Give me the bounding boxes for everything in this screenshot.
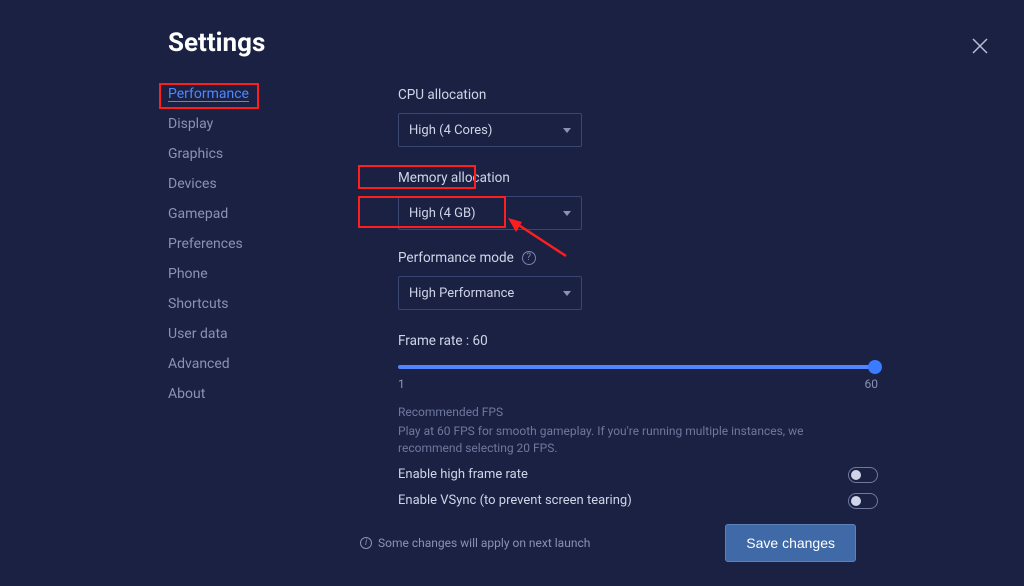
frame-rate-max: 60 [865,377,879,391]
frame-rate-slider[interactable] [398,365,878,369]
sidebar: Performance Display Graphics Devices Gam… [168,84,278,529]
help-icon[interactable]: ? [522,251,536,265]
sidebar-item-shortcuts[interactable]: Shortcuts [168,294,278,314]
memory-allocation-value: High (4 GB) [409,206,476,221]
cpu-allocation-select[interactable]: High (4 Cores) [398,113,582,147]
sidebar-item-graphics[interactable]: Graphics [168,144,278,164]
close-icon[interactable] [972,38,988,54]
enable-high-frame-rate-toggle[interactable] [848,467,878,483]
enable-high-frame-rate-label: Enable high frame rate [398,467,528,482]
enable-vsync-toggle[interactable] [848,493,878,509]
enable-vsync-label: Enable VSync (to prevent screen tearing) [398,493,632,508]
chevron-down-icon [563,211,571,216]
memory-allocation-select[interactable]: High (4 GB) [398,196,582,230]
sidebar-item-preferences[interactable]: Preferences [168,234,278,254]
cpu-allocation-value: High (4 Cores) [409,123,492,138]
page-title: Settings [168,28,1024,58]
sidebar-item-devices[interactable]: Devices [168,174,278,194]
sidebar-item-display[interactable]: Display [168,114,278,134]
slider-thumb[interactable] [868,360,882,374]
performance-mode-value: High Performance [409,286,514,301]
sidebar-item-advanced[interactable]: Advanced [168,354,278,374]
memory-allocation-label: Memory allocation [398,170,510,186]
sidebar-item-gamepad[interactable]: Gamepad [168,204,278,224]
recommended-fps-body: Play at 60 FPS for smooth gameplay. If y… [398,423,868,457]
sidebar-item-user-data[interactable]: User data [168,324,278,344]
info-message: Some changes will apply on next launch [378,536,590,550]
save-changes-button[interactable]: Save changes [725,524,856,562]
main-panel: CPU allocation High (4 Cores) Memory all… [398,84,878,529]
chevron-down-icon [563,291,571,296]
performance-mode-select[interactable]: High Performance [398,276,582,310]
chevron-down-icon [563,128,571,133]
sidebar-item-about[interactable]: About [168,384,278,404]
cpu-allocation-label: CPU allocation [398,87,486,103]
sidebar-item-phone[interactable]: Phone [168,264,278,284]
performance-mode-label: Performance mode [398,250,514,266]
recommended-fps-title: Recommended FPS [398,405,878,419]
info-text: i Some changes will apply on next launch [360,536,590,550]
frame-rate-label: Frame rate : 60 [398,333,488,349]
info-icon: i [360,537,372,549]
frame-rate-min: 1 [398,377,405,391]
sidebar-item-performance[interactable]: Performance [168,84,278,104]
